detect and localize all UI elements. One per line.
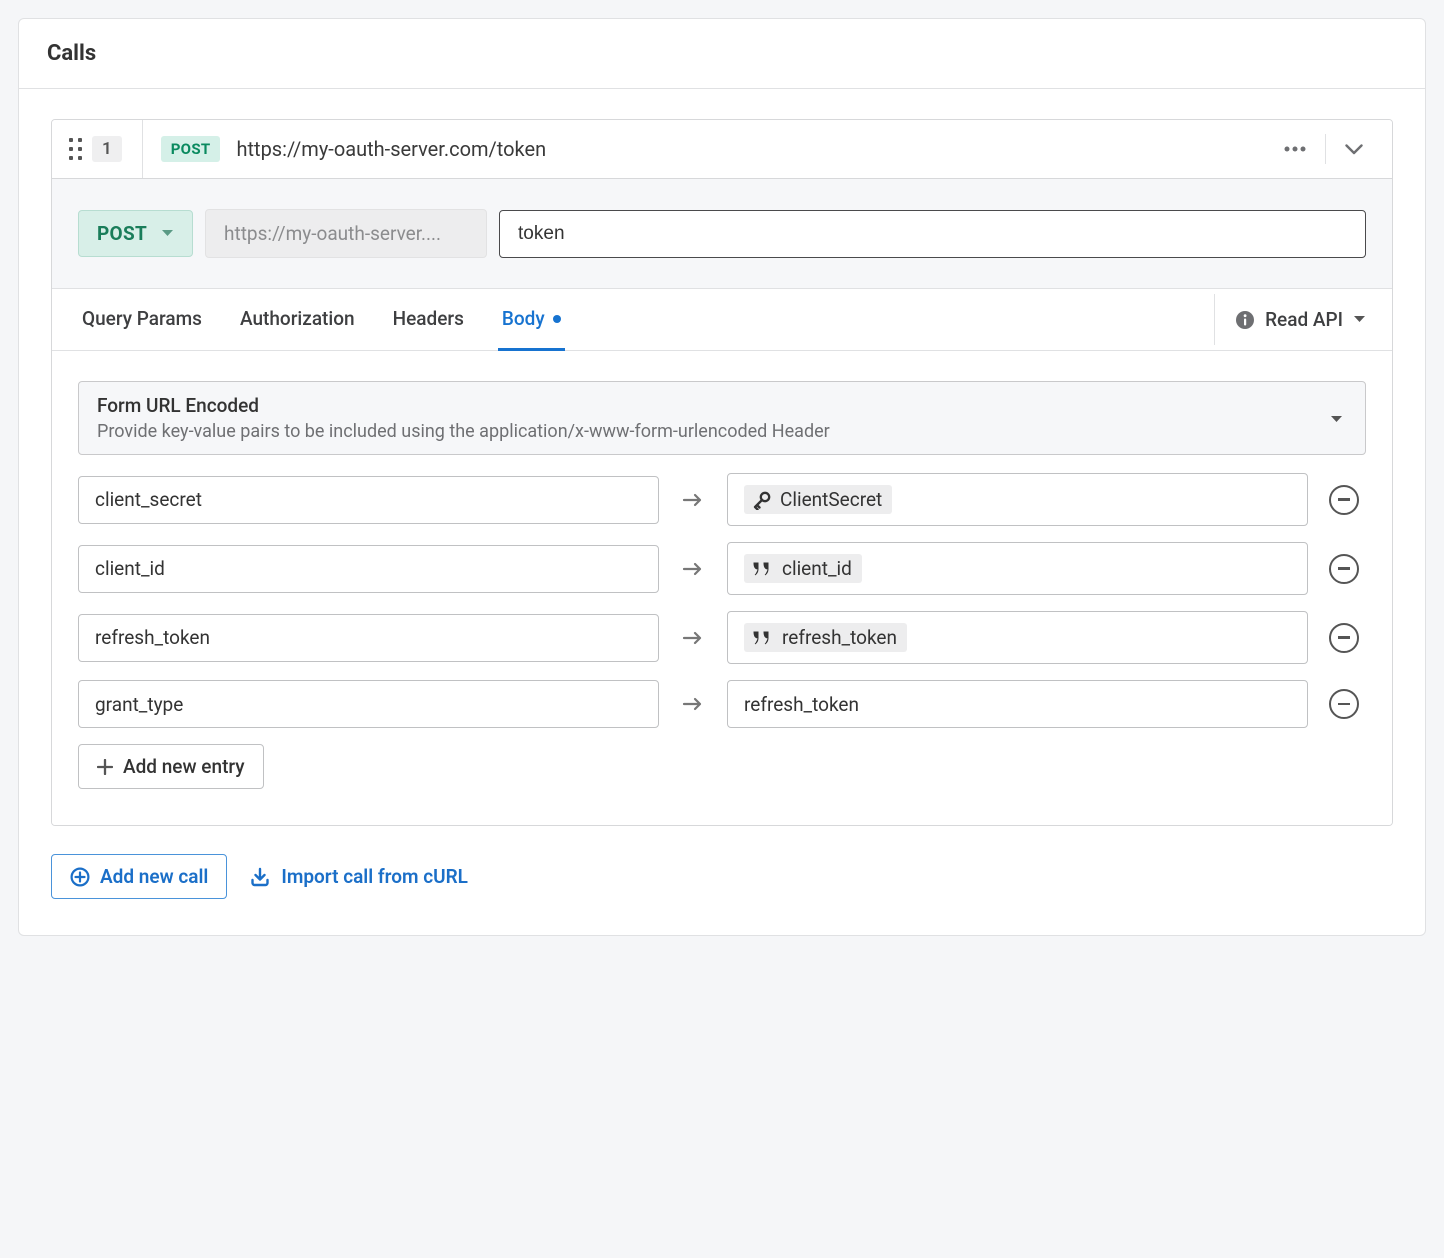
body-encoding-description: Provide key-value pairs to be included u… <box>97 421 1318 442</box>
read-api-dropdown[interactable]: Read API <box>1214 294 1366 345</box>
variable-chip[interactable]: refresh_token <box>744 623 907 652</box>
add-call-button[interactable]: Add new call <box>51 854 227 899</box>
add-entry-label: Add new entry <box>123 755 245 778</box>
kv-key-input[interactable]: client_secret <box>78 476 659 524</box>
tab-body-indicator-dot <box>553 315 561 323</box>
quote-icon <box>752 630 774 646</box>
info-icon <box>1235 310 1255 330</box>
chevron-down-icon <box>1345 144 1363 155</box>
drag-handle-icon[interactable] <box>68 138 82 160</box>
divider <box>1325 134 1326 164</box>
kv-key-input[interactable]: client_id <box>78 545 659 593</box>
tab-body-label: Body <box>502 307 545 330</box>
body-encoding-select[interactable]: Form URL Encoded Provide key-value pairs… <box>78 381 1366 455</box>
kv-key-input[interactable]: refresh_token <box>78 614 659 662</box>
variable-chip-label: ClientSecret <box>780 488 882 511</box>
body-tab-content: Form URL Encoded Provide key-value pairs… <box>52 351 1392 825</box>
kv-value-input[interactable]: ClientSecret <box>727 473 1308 526</box>
tab-headers[interactable]: Headers <box>389 289 468 351</box>
kv-row: client_id client_id <box>78 542 1366 595</box>
call-header-row: 1 POST https://my-oauth-server.com/token <box>52 120 1392 179</box>
add-call-label: Add new call <box>100 865 208 888</box>
tab-body[interactable]: Body <box>498 289 565 351</box>
tab-authorization[interactable]: Authorization <box>236 289 359 351</box>
download-icon <box>249 866 271 888</box>
read-api-label: Read API <box>1265 308 1343 331</box>
call-index-badge: 1 <box>92 136 122 162</box>
plus-icon <box>97 759 113 775</box>
kv-value-text: refresh_token <box>744 693 859 716</box>
key-icon <box>752 490 772 510</box>
arrow-icon <box>673 630 713 646</box>
arrow-icon <box>673 696 713 712</box>
arrow-icon <box>673 492 713 508</box>
tabs-row: Query Params Authorization Headers Body … <box>52 289 1392 351</box>
base-url-display: https://my-oauth-server.... <box>205 209 487 258</box>
kv-value-input[interactable]: refresh_token <box>727 611 1308 664</box>
kv-key-input[interactable]: grant_type <box>78 680 659 728</box>
kv-row: grant_type refresh_token <box>78 680 1366 728</box>
collapse-toggle-button[interactable] <box>1334 129 1374 169</box>
ellipsis-icon <box>1284 146 1306 152</box>
caret-down-icon <box>1353 315 1366 324</box>
arrow-icon <box>673 561 713 577</box>
variable-chip-label: client_id <box>782 557 852 580</box>
kv-row: refresh_token refresh_token <box>78 611 1366 664</box>
remove-entry-button[interactable] <box>1329 623 1359 653</box>
http-method-select-value: POST <box>97 222 147 245</box>
quote-icon <box>752 561 774 577</box>
http-method-badge: POST <box>161 136 221 162</box>
variable-chip-label: refresh_token <box>782 626 897 649</box>
add-entry-button[interactable]: Add new entry <box>78 744 264 789</box>
remove-entry-button[interactable] <box>1329 485 1359 515</box>
variable-chip[interactable]: ClientSecret <box>744 485 892 514</box>
more-actions-button[interactable] <box>1275 129 1315 169</box>
import-curl-label: Import call from cURL <box>281 865 468 888</box>
calls-panel: Calls 1 POST https://my-oauth-server.com… <box>18 18 1426 936</box>
kv-value-input[interactable]: refresh_token <box>727 680 1308 728</box>
path-input[interactable] <box>499 210 1366 258</box>
request-line: POST https://my-oauth-server.... <box>52 179 1392 289</box>
panel-title: Calls <box>19 19 1425 89</box>
footer-actions: Add new call Import call from cURL <box>51 854 1393 899</box>
caret-down-icon <box>1330 415 1343 424</box>
http-method-select[interactable]: POST <box>78 210 193 257</box>
call-url-label: https://my-oauth-server.com/token <box>236 137 546 161</box>
variable-chip[interactable]: client_id <box>744 554 862 583</box>
kv-value-input[interactable]: client_id <box>727 542 1308 595</box>
caret-down-icon <box>161 229 174 238</box>
body-encoding-title: Form URL Encoded <box>97 394 1318 417</box>
import-curl-button[interactable]: Import call from cURL <box>249 865 468 888</box>
remove-entry-button[interactable] <box>1329 554 1359 584</box>
kv-row: client_secret ClientSecret <box>78 473 1366 526</box>
remove-entry-button[interactable] <box>1329 689 1359 719</box>
call-block: 1 POST https://my-oauth-server.com/token <box>51 119 1393 826</box>
plus-circle-icon <box>70 867 90 887</box>
tab-query-params[interactable]: Query Params <box>78 289 206 351</box>
